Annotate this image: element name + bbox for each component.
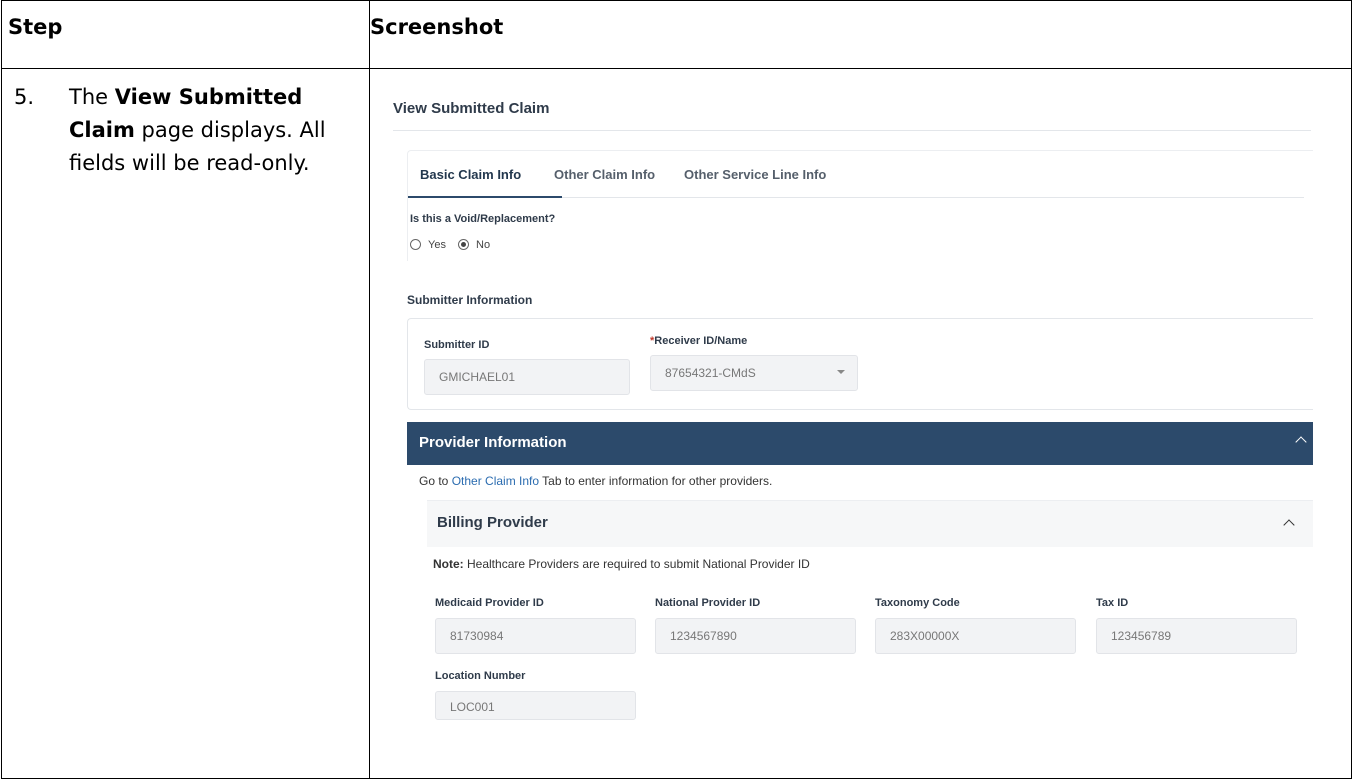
- tab-basic-claim-info[interactable]: Basic Claim Info: [420, 167, 521, 182]
- billing-note: Note: Healthcare Providers are required …: [433, 557, 810, 571]
- tax-id-label: Tax ID: [1096, 597, 1129, 609]
- receiver-label-text: Receiver ID/Name: [654, 335, 748, 347]
- goto-suffix: Tab to enter information for other provi…: [539, 474, 773, 488]
- taxonomy-code-label: Taxonomy Code: [875, 597, 960, 609]
- provider-hint: Go to Other Claim Info Tab to enter info…: [419, 474, 772, 488]
- page-title: View Submitted Claim: [393, 100, 550, 117]
- billing-provider-header[interactable]: Billing Provider: [427, 500, 1313, 547]
- billing-provider-title: Billing Provider: [437, 514, 548, 531]
- submitter-section-title: Submitter Information: [407, 293, 533, 307]
- column-divider: [369, 1, 370, 778]
- provider-section-header[interactable]: Provider Information: [407, 422, 1313, 465]
- header-step: Step: [8, 15, 63, 39]
- chevron-down-icon: [837, 370, 845, 374]
- submitter-card: Submitter ID GMICHAEL01 *Receiver ID/Nam…: [407, 318, 1313, 410]
- submitter-id-field[interactable]: GMICHAEL01: [424, 359, 630, 395]
- embedded-screenshot: View Submitted Claim Basic Claim Info Ot…: [393, 90, 1313, 720]
- medicaid-provider-id-label: Medicaid Provider ID: [435, 597, 544, 609]
- medicaid-provider-id-field[interactable]: 81730984: [435, 618, 636, 654]
- other-claim-info-link[interactable]: Other Claim Info: [452, 474, 539, 488]
- provider-section-title: Provider Information: [419, 434, 567, 451]
- void-replacement-question: Is this a Void/Replacement?: [410, 213, 556, 225]
- receiver-label: *Receiver ID/Name: [650, 335, 747, 347]
- national-provider-id-label: National Provider ID: [655, 597, 761, 609]
- receiver-select[interactable]: 87654321-CMdS: [650, 355, 858, 391]
- header-screenshot: Screenshot: [370, 15, 504, 39]
- active-tab-indicator: [408, 196, 562, 198]
- location-number-field[interactable]: LOC001: [435, 691, 636, 720]
- national-provider-id-field[interactable]: 1234567890: [655, 618, 856, 654]
- receiver-value: 87654321-CMdS: [665, 366, 756, 380]
- tab-other-claim-info[interactable]: Other Claim Info: [554, 167, 655, 182]
- table-header-row: Step Screenshot: [2, 1, 1351, 69]
- tab-card: Basic Claim Info Other Claim Info Other …: [407, 150, 1313, 261]
- step-number: 5.: [14, 85, 35, 109]
- location-number-label: Location Number: [435, 670, 526, 682]
- chevron-up-icon: [1295, 436, 1307, 448]
- radio-yes-label: Yes: [428, 239, 446, 251]
- radio-yes[interactable]: [410, 239, 421, 250]
- tax-id-field[interactable]: 123456789: [1096, 618, 1297, 654]
- tab-other-service-line-info[interactable]: Other Service Line Info: [684, 167, 826, 182]
- radio-no-label: No: [476, 239, 491, 251]
- submitter-id-label: Submitter ID: [424, 339, 490, 351]
- chevron-up-icon: [1283, 519, 1295, 531]
- note-text: Healthcare Providers are required to sub…: [463, 557, 810, 571]
- radio-no[interactable]: [458, 239, 469, 250]
- note-label: Note:: [433, 557, 464, 571]
- step-text-prefix: The: [69, 85, 115, 109]
- goto-prefix: Go to: [419, 474, 452, 488]
- step-description: The View Submitted Claim page displays. …: [69, 81, 359, 180]
- taxonomy-code-field[interactable]: 283X00000X: [875, 618, 1076, 654]
- title-divider: [393, 130, 1311, 131]
